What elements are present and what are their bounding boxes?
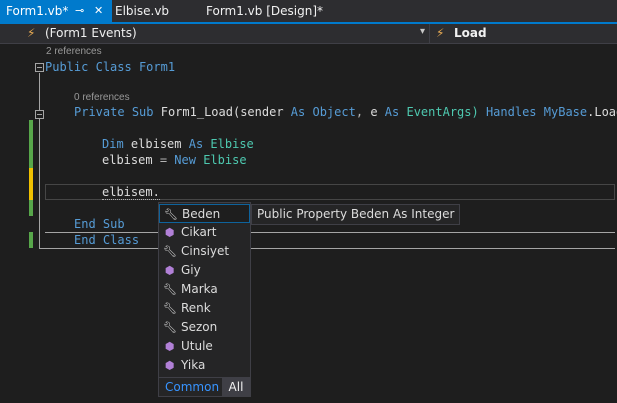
wrench-icon: 🔧︎ <box>163 245 177 258</box>
tab-form1-design[interactable]: Form1.vb [Design]* <box>202 0 352 22</box>
cube-icon: ⬢ <box>164 359 175 372</box>
code-line-assign: elbisem = New Elbise <box>102 152 247 168</box>
keyword: End <box>74 217 96 231</box>
keyword: End <box>74 233 96 247</box>
code-line-end-class: End Class <box>74 232 139 248</box>
outline-guide <box>39 248 615 249</box>
class-name: Form1 <box>138 60 176 74</box>
completion-item-utule[interactable]: ⬢ Utule <box>159 337 250 356</box>
completion-item-label: Beden <box>182 207 221 221</box>
completion-item-label: Utule <box>181 339 213 353</box>
change-indicator-saved <box>29 232 33 248</box>
completion-item-sezon[interactable]: 🔧︎ Sezon <box>159 318 250 337</box>
cube-icon: ⬢ <box>164 340 175 353</box>
object-dropdown[interactable]: ⚡ (Form1 Events) ▾ <box>0 24 430 43</box>
wrench-icon: 🔧︎ <box>163 283 177 296</box>
filter-common-tab[interactable]: Common <box>165 378 219 397</box>
keyword: Sub <box>131 105 154 119</box>
type-name: Object <box>312 105 356 119</box>
completion-filter-bar: Common All <box>159 377 250 397</box>
completion-item-label: Yika <box>181 358 206 372</box>
type-name: EventArgs) <box>406 105 479 119</box>
method-signature: Form1_Load(sender <box>160 105 284 119</box>
type-name: Elbise <box>203 153 247 167</box>
parameter: e <box>370 105 378 119</box>
variable: elbisem <box>130 137 182 151</box>
lightning-icon: ⚡ <box>436 26 445 40</box>
type-name: Elbise <box>210 137 254 151</box>
codelens-references[interactable]: 0 references <box>74 92 130 103</box>
keyword: New <box>174 153 196 167</box>
tab-label: Form1.vb [Design]* <box>206 4 324 18</box>
change-indicator-saved <box>29 120 33 168</box>
filter-all-tab[interactable]: All <box>222 378 250 397</box>
lightning-icon: ⚡ <box>27 26 36 40</box>
completion-item-label: Cikart <box>181 225 217 239</box>
completion-item-cikart[interactable]: ⬢ Cikart <box>159 223 250 242</box>
keyword: Class <box>102 233 140 247</box>
change-indicator-unsaved <box>29 168 33 200</box>
completion-item-beden[interactable]: 🔧︎ Beden <box>159 204 250 223</box>
quick-info-tooltip: Public Property Beden As Integer <box>251 204 461 225</box>
close-icon[interactable]: ✕ <box>94 0 103 22</box>
completion-item-label: Cinsiyet <box>181 244 230 258</box>
collapse-sub-icon[interactable] <box>35 110 44 119</box>
code-line-sub: Private Sub Form1_Load(sender As Object,… <box>74 104 617 120</box>
keyword: As <box>384 105 400 119</box>
keyword: As <box>290 105 306 119</box>
tab-elbise-vb[interactable]: Elbise.vb <box>112 0 202 22</box>
outline-guide <box>39 73 40 248</box>
keyword: As <box>188 137 204 151</box>
change-indicator-saved <box>29 200 33 216</box>
code-line-dim: Dim elbisem As Elbise <box>102 136 254 152</box>
punctuation: , <box>355 105 364 119</box>
keyword: Sub <box>102 217 125 231</box>
cube-icon: ⬢ <box>164 226 175 239</box>
navigation-bar: ⚡ (Form1 Events) ▾ ⚡ Load <box>0 24 617 44</box>
event-dropdown-label: Load <box>454 26 487 40</box>
completion-item-marka[interactable]: 🔧︎ Marka <box>159 280 250 299</box>
keyword: Class <box>95 60 132 74</box>
keyword: Handles <box>485 105 537 119</box>
completion-item-label: Marka <box>181 282 218 296</box>
pin-icon[interactable]: ⊸ <box>75 0 84 22</box>
keyword: MyBase <box>543 105 588 119</box>
completion-list[interactable]: 🔧︎ Beden ⬢ Cikart 🔧︎ Cinsiyet ⬢ Giy 🔧︎ M… <box>158 202 251 397</box>
completion-item-yika[interactable]: ⬢ Yika <box>159 356 250 375</box>
chevron-down-icon: ▾ <box>420 26 426 37</box>
wrench-icon: 🔧︎ <box>164 208 178 221</box>
codelens-references[interactable]: 2 references <box>46 46 102 57</box>
tab-label: Elbise.vb <box>115 4 170 18</box>
keyword: Dim <box>102 137 124 151</box>
collapse-class-icon[interactable] <box>35 63 44 72</box>
cube-icon: ⬢ <box>164 264 175 277</box>
variable: elbisem. <box>102 185 160 200</box>
document-tab-bar: Form1.vb* ⊸ ✕ Elbise.vb Form1.vb [Design… <box>0 0 617 24</box>
keyword: Public <box>45 60 89 74</box>
completion-item-cinsiyet[interactable]: 🔧︎ Cinsiyet <box>159 242 250 261</box>
tab-form1-vb[interactable]: Form1.vb* ⊸ ✕ <box>0 0 112 22</box>
keyword: Private <box>74 105 125 119</box>
wrench-icon: 🔧︎ <box>163 321 177 334</box>
wrench-icon: 🔧︎ <box>163 302 177 315</box>
variable: elbisem <box>102 153 153 167</box>
tab-label: Form1.vb* <box>6 4 69 18</box>
object-dropdown-label: (Form1 Events) <box>45 26 137 40</box>
event-dropdown[interactable]: ⚡ Load <box>430 24 617 43</box>
completion-item-giy[interactable]: ⬢ Giy <box>159 261 250 280</box>
completion-item-label: Renk <box>181 301 211 315</box>
completion-item-renk[interactable]: 🔧︎ Renk <box>159 299 250 318</box>
event-name: .Load <box>587 105 617 119</box>
completion-item-label: Giy <box>181 263 201 277</box>
operator: = <box>159 153 168 167</box>
completion-item-label: Sezon <box>181 320 218 334</box>
code-line-end-sub: End Sub <box>74 216 125 232</box>
code-line-typing[interactable]: elbisem. <box>102 184 160 200</box>
code-line-class: Public Class Form1 <box>45 59 175 75</box>
